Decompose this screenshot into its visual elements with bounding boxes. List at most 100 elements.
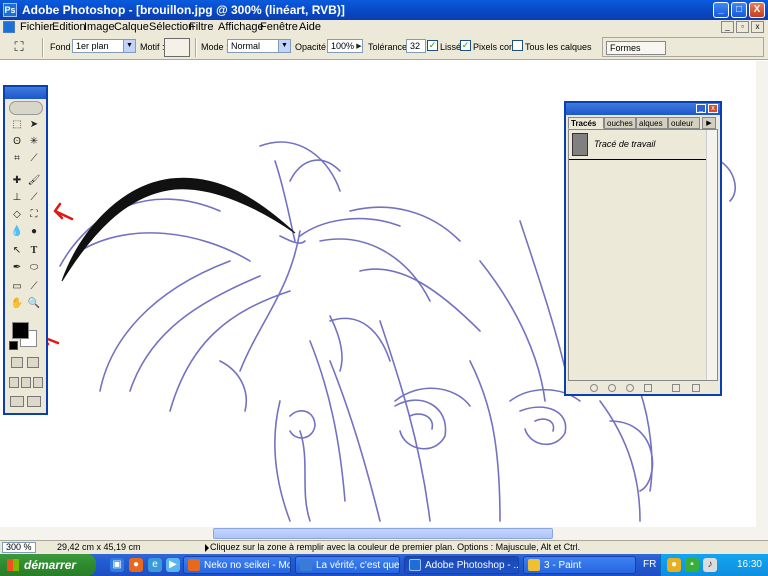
- eraser-icon[interactable]: ◇: [10, 208, 24, 222]
- formes-tab[interactable]: Formes: [606, 41, 666, 55]
- imageready-icon[interactable]: [27, 396, 41, 407]
- brush-icon[interactable]: 🖌: [27, 174, 41, 188]
- palette-menu-arrow-icon[interactable]: ▶: [702, 117, 716, 129]
- slice-icon[interactable]: ⟋: [27, 152, 41, 166]
- doc-close-icon[interactable]: x: [751, 21, 764, 33]
- palette-title-bar[interactable]: _ x: [566, 103, 720, 115]
- menu-edition[interactable]: Edition: [52, 21, 86, 33]
- task-photoshop[interactable]: Adobe Photoshop - ...: [404, 556, 519, 574]
- horizontal-scrollbar[interactable]: [0, 527, 768, 540]
- language-indicator[interactable]: FR: [643, 559, 656, 570]
- zoom-icon[interactable]: 🔍: [27, 297, 41, 311]
- maximize-button[interactable]: □: [731, 2, 747, 18]
- foreground-color-swatch[interactable]: [12, 322, 29, 339]
- stroke-path-icon[interactable]: [608, 384, 616, 392]
- document-icon[interactable]: [3, 21, 15, 33]
- lasso-icon[interactable]: ʘ: [10, 135, 24, 149]
- zoom-field[interactable]: 300 %: [2, 542, 36, 553]
- tab-calques[interactable]: alques: [636, 117, 668, 129]
- tolerance-input[interactable]: 32: [406, 39, 426, 53]
- task-firefox[interactable]: Neko no seikei - Moz...: [183, 556, 291, 574]
- task-firefox-label: Neko no seikei - Moz...: [204, 560, 290, 571]
- ie-quicklaunch-icon[interactable]: e: [148, 558, 162, 572]
- default-colors-icon[interactable]: [9, 341, 18, 350]
- media-quicklaunch-icon[interactable]: ▶: [166, 558, 180, 572]
- fond-select[interactable]: 1er plan ▼: [72, 39, 136, 53]
- tab-traces[interactable]: Tracés: [568, 117, 604, 129]
- dodge-icon[interactable]: ●: [27, 225, 41, 239]
- new-path-icon[interactable]: [672, 384, 680, 392]
- menu-affichage[interactable]: Affichage: [218, 21, 264, 33]
- text-tool-icon[interactable]: T: [27, 244, 41, 258]
- toolbox-title-bar[interactable]: [5, 87, 46, 99]
- doc-minimize-icon[interactable]: _: [721, 21, 734, 33]
- pen-icon[interactable]: ✒: [10, 261, 24, 275]
- menu-filtre[interactable]: Filtre: [189, 21, 213, 33]
- clone-stamp-icon[interactable]: ⊥: [10, 191, 24, 205]
- crop-icon[interactable]: ⌗: [10, 152, 24, 166]
- pattern-swatch[interactable]: [164, 38, 190, 57]
- mode-label: Mode :: [201, 42, 229, 52]
- lisse-checkbox[interactable]: ✓: [427, 40, 438, 51]
- pixels-contigus-checkbox[interactable]: ✓: [460, 40, 471, 51]
- standard-screen-icon[interactable]: [9, 377, 19, 388]
- minimize-button[interactable]: _: [713, 2, 729, 18]
- close-button[interactable]: X: [749, 2, 765, 18]
- selection-to-path-icon[interactable]: [644, 384, 652, 392]
- tab-couches[interactable]: ouches: [604, 117, 636, 129]
- fill-path-icon[interactable]: [590, 384, 598, 392]
- horizontal-scroll-thumb[interactable]: [213, 528, 553, 539]
- notes-icon[interactable]: ▭: [10, 280, 24, 294]
- trash-icon[interactable]: [692, 384, 700, 392]
- task-messenger[interactable]: La vérité, c'est que ...: [295, 556, 400, 574]
- palette-minimize-icon[interactable]: _: [696, 104, 706, 113]
- clock[interactable]: 16:30: [737, 559, 762, 570]
- palette-scrollbar[interactable]: [706, 130, 717, 380]
- mode-select[interactable]: Normal ▼: [227, 39, 291, 53]
- menu-image[interactable]: Image: [84, 21, 115, 33]
- quick-mask-mode-icon[interactable]: [27, 357, 39, 368]
- menu-fenetre[interactable]: Fenêtre: [260, 21, 298, 33]
- eyedropper-icon[interactable]: ⟋: [27, 280, 41, 294]
- status-arrow-icon[interactable]: [205, 544, 209, 552]
- vertical-scrollbar[interactable]: [756, 61, 768, 527]
- tray-app-icon[interactable]: ●: [667, 558, 681, 572]
- blur-icon[interactable]: 💧: [10, 225, 24, 239]
- tool-hint: Cliquez sur la zone à remplir avec la co…: [210, 542, 581, 552]
- taskbar: démarrer ▣ ● e ▶ Neko no seikei - Moz...…: [0, 554, 768, 576]
- opacite-value: 100%: [331, 41, 355, 51]
- full-screen-menu-icon[interactable]: [21, 377, 31, 388]
- volume-icon[interactable]: ♪: [703, 558, 717, 572]
- firefox-quicklaunch-icon[interactable]: ●: [129, 558, 143, 572]
- paint-bucket-icon[interactable]: ⛶: [27, 208, 41, 222]
- show-desktop-icon[interactable]: ▣: [110, 558, 124, 572]
- network-icon[interactable]: ▪: [685, 558, 699, 572]
- path-row[interactable]: Tracé de travail: [569, 130, 717, 160]
- full-screen-icon[interactable]: [33, 377, 43, 388]
- tous-les-calques-checkbox[interactable]: [512, 40, 523, 51]
- menu-aide[interactable]: Aide: [299, 21, 321, 33]
- healing-brush-icon[interactable]: ✚: [10, 174, 24, 188]
- paint-bucket-preset-icon[interactable]: ⛶: [12, 40, 26, 54]
- standard-mode-icon[interactable]: [11, 357, 23, 368]
- move-icon[interactable]: ➤: [27, 118, 41, 132]
- marquee-icon[interactable]: ⬚: [10, 118, 24, 132]
- path-selection-icon[interactable]: ↖: [10, 244, 24, 258]
- adobe-logo-icon[interactable]: [9, 101, 43, 115]
- menu-selection[interactable]: Sélection: [149, 21, 194, 33]
- opacity-slider-arrow-icon[interactable]: ▶: [352, 40, 366, 54]
- path-to-selection-icon[interactable]: [626, 384, 634, 392]
- jump-to-imageready-icon[interactable]: [10, 396, 24, 407]
- start-button[interactable]: démarrer: [0, 554, 96, 576]
- menu-fichier[interactable]: Fichier: [20, 21, 53, 33]
- hand-icon[interactable]: ✋: [10, 297, 24, 311]
- menu-calque[interactable]: Calque: [114, 21, 149, 33]
- tab-couleur[interactable]: ouleur: [668, 117, 700, 129]
- task-paint[interactable]: 3 - Paint: [523, 556, 636, 574]
- doc-restore-icon[interactable]: ▫: [736, 21, 749, 33]
- ellipse-shape-icon[interactable]: ⬭: [27, 261, 41, 275]
- history-brush-icon[interactable]: ⟋: [27, 191, 41, 205]
- photoshop-app-icon[interactable]: Ps: [3, 3, 17, 17]
- magic-wand-icon[interactable]: ✳: [27, 135, 41, 149]
- palette-close-icon[interactable]: x: [708, 104, 718, 113]
